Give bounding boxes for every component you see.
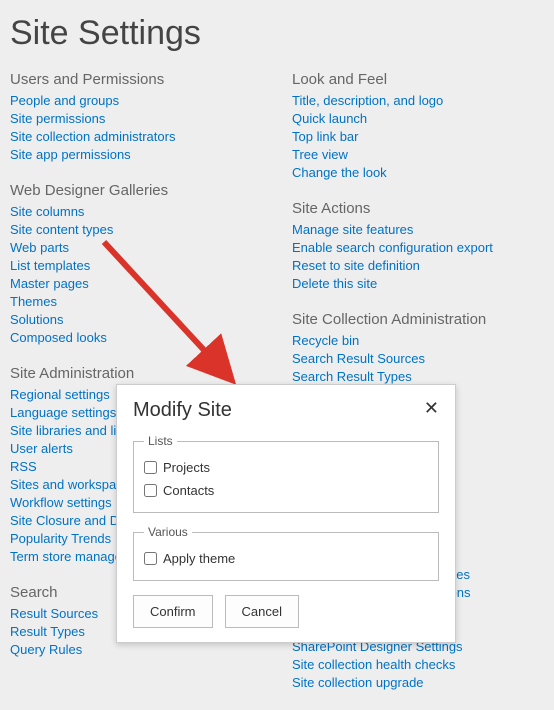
settings-link[interactable]: Search Result Sources [292,350,544,368]
settings-link[interactable]: Tree view [292,146,544,164]
modify-site-dialog: Modify Site ✕ Lists Projects Contacts Vario… [116,384,456,643]
settings-link[interactable]: Top link bar [292,128,544,146]
confirm-button[interactable]: Confirm [133,595,213,628]
settings-link[interactable]: List templates [10,257,262,275]
settings-link[interactable]: Delete this site [292,275,544,293]
settings-link[interactable]: Web parts [10,239,262,257]
settings-link[interactable]: People and groups [10,92,262,110]
checkbox-row[interactable]: Apply theme [144,547,428,570]
settings-group: Site Actions Manage site featuresEnable s… [292,200,544,293]
fieldset-legend: Lists [144,434,177,448]
settings-link[interactable]: Site collection administrators [10,128,262,146]
settings-link[interactable]: Change the look [292,164,544,182]
settings-link[interactable]: Manage site features [292,221,544,239]
cancel-button[interactable]: Cancel [225,595,299,628]
group-title: Site Actions [292,200,544,217]
page-title: Site Settings [0,0,554,71]
settings-link[interactable]: Enable search configuration export [292,239,544,257]
group-title: Look and Feel [292,71,544,88]
close-icon[interactable]: ✕ [424,399,439,417]
checkbox-row[interactable]: Projects [144,456,428,479]
fieldset-legend: Various [144,525,192,539]
settings-group: Users and PermissionsPeople and groupsSi… [10,71,262,164]
checkbox-label: Apply theme [163,551,235,566]
checkbox[interactable] [144,484,157,497]
checkbox-label: Projects [163,460,210,475]
settings-link[interactable]: Query Rules [10,641,262,659]
settings-link[interactable]: Themes [10,293,262,311]
settings-link[interactable]: Site collection health checks [292,656,544,674]
settings-link[interactable]: Site collection upgrade [292,674,544,692]
group-title: Users and Permissions [10,71,262,88]
dialog-title: Modify Site [133,399,232,422]
dialog-fieldset: Lists Projects Contacts [133,434,439,513]
group-title: Site Collection Administration [292,311,544,328]
settings-link[interactable]: Site permissions [10,110,262,128]
settings-link[interactable]: Solutions [10,311,262,329]
settings-link[interactable]: Site content types [10,221,262,239]
group-title: Web Designer Galleries [10,182,262,199]
settings-link[interactable]: Composed looks [10,329,262,347]
settings-link[interactable]: Recycle bin [292,332,544,350]
settings-group: Web Designer Galleries Site columnsSite c… [10,182,262,347]
settings-link[interactable]: Reset to site definition [292,257,544,275]
checkbox[interactable] [144,552,157,565]
settings-link[interactable]: Master pages [10,275,262,293]
settings-link[interactable]: Site app permissions [10,146,262,164]
checkbox-label: Contacts [163,483,214,498]
checkbox[interactable] [144,461,157,474]
settings-link[interactable]: Site columns [10,203,262,221]
settings-link[interactable]: Quick launch [292,110,544,128]
checkbox-row[interactable]: Contacts [144,479,428,502]
settings-group: Look and Feel Title, description, and log… [292,71,544,182]
dialog-fieldset: Various Apply theme [133,525,439,581]
group-title: Site Administration [10,365,262,382]
settings-link[interactable]: Title, description, and logo [292,92,544,110]
